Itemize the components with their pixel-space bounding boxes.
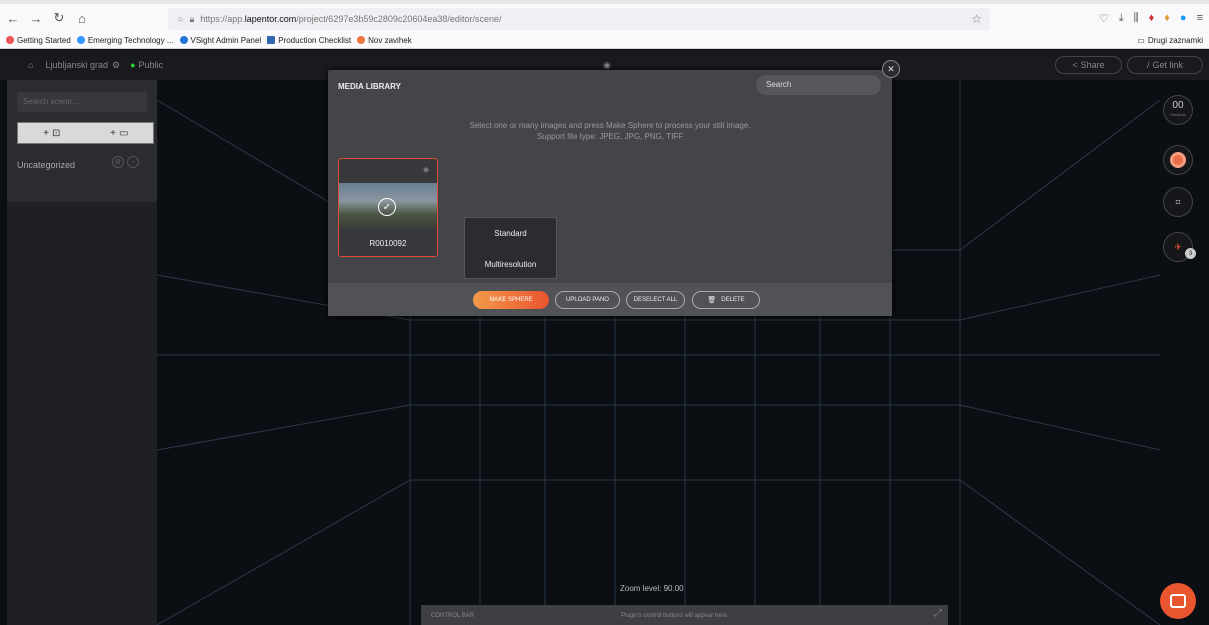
target-icon[interactable] xyxy=(1163,145,1193,175)
zoom-level: Zoom level: 90.00 xyxy=(620,584,684,593)
make-sphere-button[interactable]: MAKE SPHERE xyxy=(473,291,549,309)
trash-icon: 🗑︎ xyxy=(707,297,717,304)
menu-item-standard[interactable]: Standard xyxy=(465,218,556,249)
firefox-icon xyxy=(357,36,366,44)
forward-icon[interactable]: → xyxy=(26,8,46,28)
delete-button[interactable]: 🗑︎ DELETE xyxy=(692,291,760,309)
back-icon[interactable]: ← xyxy=(3,8,23,28)
add-row: + ⊡ + ▭ xyxy=(17,122,154,144)
extension2-icon[interactable]: ♦ xyxy=(1164,12,1170,25)
expand-icon[interactable]: ⤢ xyxy=(934,608,942,619)
media-thumbnail[interactable]: ◆ ✓ R0010092 xyxy=(338,158,438,257)
bookmark-item[interactable]: Production Checklist xyxy=(267,36,351,45)
reload-icon[interactable]: ↻ xyxy=(49,8,69,28)
folder-icon: ▭ xyxy=(1137,35,1145,45)
get-link-button[interactable]: / Get link xyxy=(1127,56,1203,74)
bookmark-item[interactable]: Getting Started xyxy=(6,36,71,45)
visibility-label[interactable]: Public xyxy=(139,60,164,70)
collapse-icon[interactable]: − xyxy=(127,156,139,168)
other-bookmarks[interactable]: ▭ Drugi zaznamki xyxy=(1137,36,1203,45)
modal-title: MEDIA LIBRARY xyxy=(338,82,401,91)
gear-icon[interactable]: ⚙ xyxy=(112,60,120,71)
eye-icon[interactable]: ◉ xyxy=(603,60,611,71)
media-library-modal: MEDIA LIBRARY Search Select one or many … xyxy=(328,70,892,316)
pin-icon[interactable]: ◆ xyxy=(423,165,429,174)
add-folder-button[interactable]: + ▭ xyxy=(86,123,154,143)
url-prefix: https://app. xyxy=(200,14,245,24)
home-icon[interactable]: ⌂ xyxy=(72,8,92,28)
bookmark-item[interactable]: Emerging Technology ... xyxy=(76,36,174,45)
extension-icon[interactable]: ♦ xyxy=(1149,12,1155,25)
sidebar-panel: Search scene... + ⊡ + ▭ Uncategorized ⚙ − xyxy=(7,80,157,202)
close-icon[interactable]: ✕ xyxy=(882,60,900,78)
shield-icon: ○ xyxy=(178,14,184,24)
library-icon[interactable]: ⫼ xyxy=(1134,12,1139,25)
home-icon[interactable]: ⌂ xyxy=(28,60,33,70)
menu-item-multiresolution[interactable]: Multiresolution xyxy=(465,249,556,280)
url-path: /project/6297e3b59c2809c20604ea38/editor… xyxy=(296,14,502,24)
control-bar-text: Plugin's control buttons will appear her… xyxy=(621,613,727,619)
badge: 3 xyxy=(1185,248,1196,259)
vsight-icon xyxy=(179,36,188,44)
url-bar[interactable]: ○ 🔒︎ https://app. lapentor.com/project/62… xyxy=(168,8,990,30)
check-icon[interactable]: ✓ xyxy=(378,198,396,216)
folder-icon: ▭ xyxy=(118,127,129,139)
lock-icon: 🔒︎ xyxy=(189,13,195,24)
search-scene-input[interactable]: Search scene... xyxy=(17,92,147,112)
hotspot-counter[interactable]: 00 Hotspots xyxy=(1163,95,1193,125)
star-icon[interactable]: ☆ xyxy=(971,12,982,26)
crop-icon[interactable]: ⌗ xyxy=(1163,187,1193,217)
add-image-button[interactable]: + ⊡ xyxy=(18,123,86,143)
account-icon[interactable]: ● xyxy=(1180,12,1187,25)
share-button[interactable]: < Share xyxy=(1055,56,1122,74)
rocket-icon[interactable]: ✈ 3 xyxy=(1163,232,1196,262)
gear-icon[interactable]: ⚙ xyxy=(112,156,124,168)
download-icon[interactable]: ⤓ xyxy=(1119,12,1124,25)
bookmark-item[interactable]: Nov zavihek xyxy=(357,36,412,45)
media-search-input[interactable]: Search xyxy=(756,75,881,95)
sphere-type-menu: Standard Multiresolution xyxy=(464,217,557,279)
pocket-icon[interactable]: ♡ xyxy=(1099,12,1109,25)
status-dot-icon: ● xyxy=(130,60,136,70)
modal-actions: MAKE SPHERE UPLOAD PANO DESELECT ALL 🗑︎ D… xyxy=(328,283,892,316)
chart-icon xyxy=(267,36,276,44)
scene-sidebar: Search scene... + ⊡ + ▭ Uncategorized ⚙ − xyxy=(7,80,157,625)
browser-navbar: ← → ↻ ⌂ ○ 🔒︎ https://app. lapentor.com/pr… xyxy=(0,4,1209,32)
instructions: Select one or many images and press Make… xyxy=(469,121,751,141)
control-bar-label: CONTROL BAR xyxy=(431,613,475,619)
menu-icon[interactable]: ≡ xyxy=(1197,12,1203,25)
deselect-all-button[interactable]: DESELECT ALL xyxy=(626,291,685,309)
image-icon: ⊡ xyxy=(51,127,61,139)
control-bar: CONTROL BAR Plugin's control buttons wil… xyxy=(421,605,948,625)
firefox-icon xyxy=(6,36,14,44)
url-host: lapentor.com xyxy=(244,14,297,24)
link-icon: / xyxy=(1146,60,1150,70)
gear-icon xyxy=(76,36,85,44)
group-buttons: ⚙ − xyxy=(112,156,139,168)
bookmark-item[interactable]: VSight Admin Panel xyxy=(179,36,261,45)
project-name[interactable]: Ljubljanski grad xyxy=(45,60,108,70)
share-icon: < xyxy=(1072,60,1078,70)
chat-icon[interactable] xyxy=(1160,583,1196,619)
toolbar-icons: ♡ ⤓ ⫼ ♦ ♦ ● ≡ xyxy=(1099,12,1203,25)
bookmarks-bar: Getting Started Emerging Technology ... … xyxy=(0,32,1209,49)
upload-pano-button[interactable]: UPLOAD PANO xyxy=(555,291,620,309)
thumbnail-name: R0010092 xyxy=(369,239,407,248)
group-label[interactable]: Uncategorized xyxy=(17,160,75,170)
